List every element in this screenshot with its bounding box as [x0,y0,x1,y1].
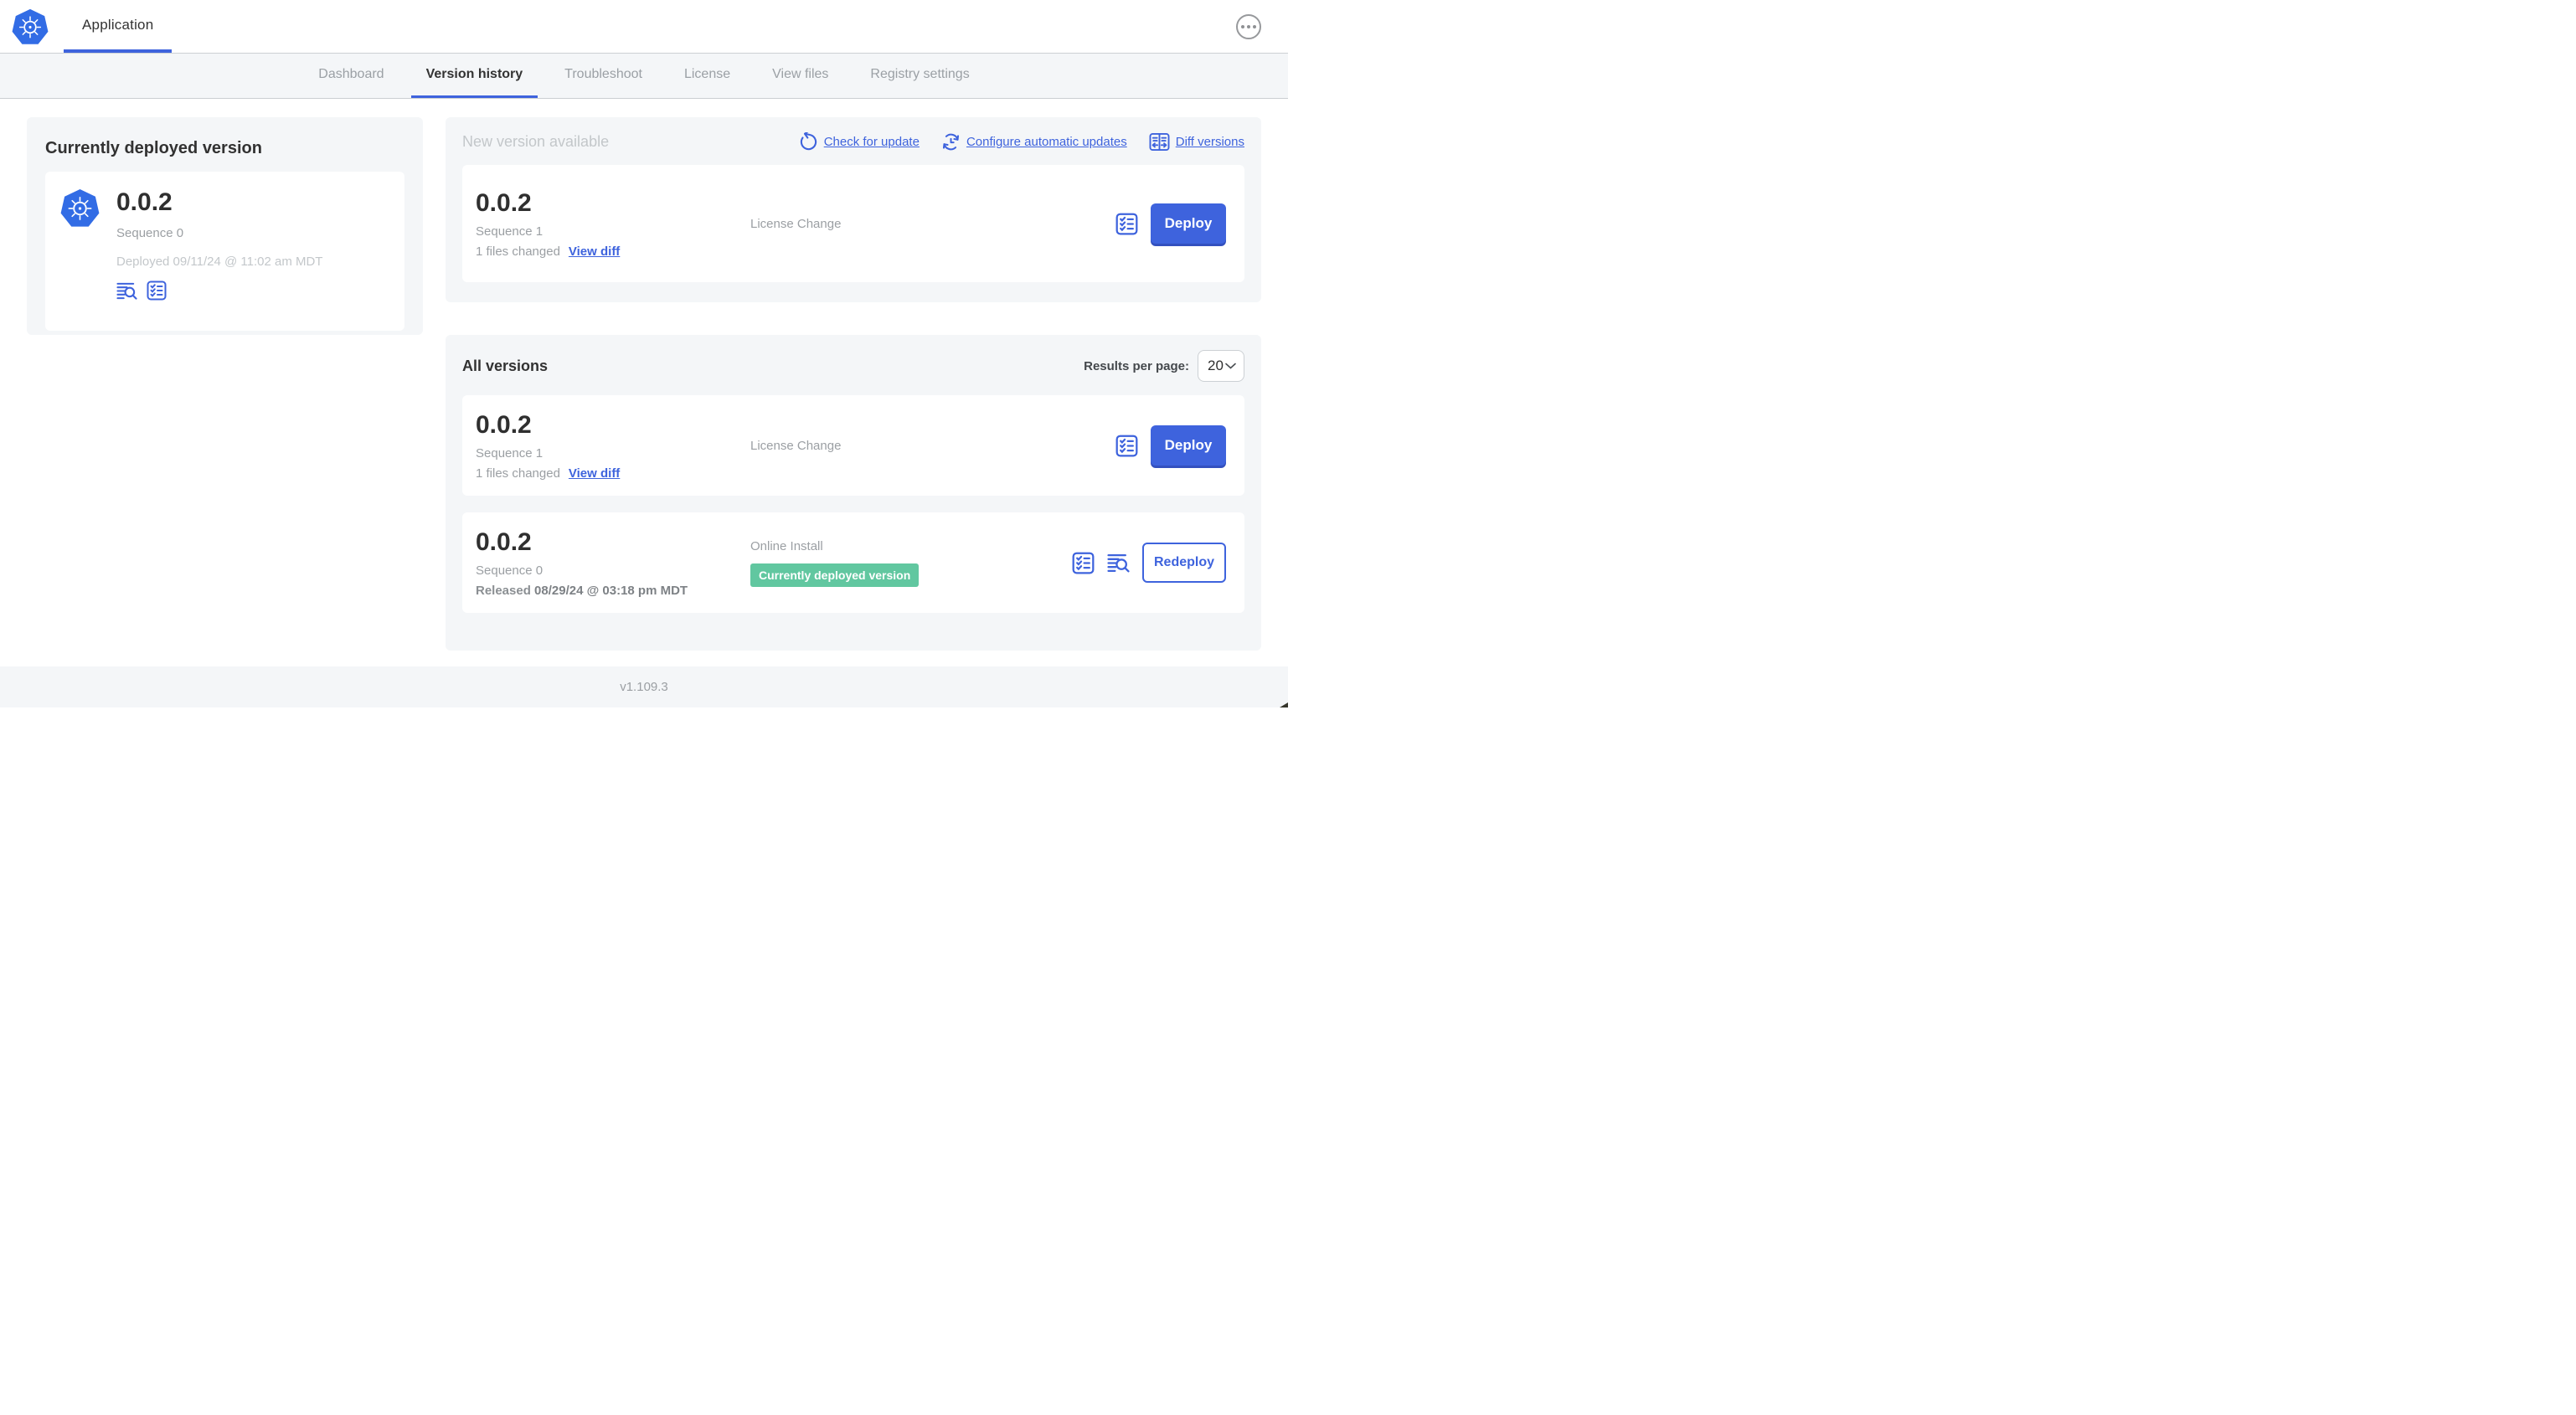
version-history-content: Currently deployed version 0.0.2 Sequenc… [0,99,1288,651]
view-diff-link[interactable]: View diff [569,244,620,259]
preflight-checks-button[interactable] [1115,435,1138,457]
version-number: 0.0.2 [476,527,532,556]
admin-console-page: Application Dashboard Version history Tr… [0,0,1288,708]
console-version-label: v1.109.3 [620,680,668,694]
auto-update-schedule-icon [942,133,959,151]
check-for-update-link[interactable]: Check for update [799,132,920,152]
files-changed-label: 1 files changed [476,244,560,259]
version-source-label: License Change [750,216,842,231]
ellipsis-icon [1241,24,1244,28]
diff-versions-link[interactable]: Diff versions [1149,132,1244,152]
more-options-button[interactable] [1236,13,1261,39]
preflight-checks-icon [1115,213,1138,234]
preflight-checks-button[interactable] [1115,213,1138,235]
new-version-panel: New version available Check for update C… [446,117,1261,302]
app-logo [0,0,49,53]
deployed-version-number: 0.0.2 [116,188,173,216]
deployed-timestamp: Deployed 09/11/24 @ 11:02 am MDT [116,255,323,269]
preflight-checks-icon [1115,435,1138,456]
version-source-label: Online Install [750,538,823,553]
currently-deployed-panel: Currently deployed version 0.0.2 Sequenc… [27,117,423,335]
tab-version-history[interactable]: Version history [410,54,538,98]
preflight-checks-icon [1072,552,1095,574]
refresh-icon [800,132,817,151]
currently-deployed-title: Currently deployed version [45,139,262,157]
version-row-sequence-1: 0.0.2 Sequence 1 1 files changed View di… [462,395,1244,496]
app-nav-tab-label: Application [82,16,154,33]
kubernetes-logo-icon [60,188,100,314]
results-per-page-label: Results per page: [1084,358,1189,373]
chevron-down-icon [1225,363,1236,369]
version-source-label: License Change [750,438,842,453]
version-sequence: Sequence 1 [476,224,544,239]
new-version-row: 0.0.2 Sequence 1 1 files changed View di… [462,165,1244,282]
version-number: 0.0.2 [476,410,532,439]
preflight-checks-button[interactable] [147,280,167,301]
view-logs-button[interactable] [116,281,137,301]
version-row-sequence-0: 0.0.2 Sequence 0 Released 08/29/24 @ 03:… [462,512,1244,613]
diff-icon [1149,132,1170,152]
logs-icon [1107,553,1130,573]
currently-deployed-badge: Currently deployed version [750,563,920,587]
logs-icon [116,282,137,300]
results-per-page-select[interactable]: 20 [1198,350,1244,382]
tab-registry-settings[interactable]: Registry settings [855,54,984,98]
tab-troubleshoot[interactable]: Troubleshoot [549,54,657,98]
currently-deployed-card: 0.0.2 Sequence 0 Deployed 09/11/24 @ 11:… [45,172,404,331]
app-section-tabs: Dashboard Version history Troubleshoot L… [0,54,1288,99]
configure-automatic-updates-link[interactable]: Configure automatic updates [941,132,1127,152]
all-versions-panel: All versions Results per page: 20 0.0.2 … [446,335,1261,651]
view-diff-link[interactable]: View diff [569,466,620,481]
version-sequence: Sequence 0 [476,563,544,578]
deployed-sequence: Sequence 0 [116,226,184,240]
released-timestamp: 08/29/24 @ 03:18 pm MDT [534,583,688,598]
tab-dashboard[interactable]: Dashboard [303,54,399,98]
tab-license[interactable]: License [669,54,745,98]
files-changed-label: 1 files changed [476,466,560,481]
deploy-button[interactable]: Deploy [1151,203,1226,244]
deploy-button[interactable]: Deploy [1151,425,1226,466]
new-version-title: New version available [462,133,610,150]
redeploy-button[interactable]: Redeploy [1142,543,1226,583]
version-sequence: Sequence 1 [476,445,544,461]
tab-view-files[interactable]: View files [757,54,843,98]
preflight-checks-icon [147,280,167,301]
top-header-bar: Application [0,0,1288,54]
all-versions-title: All versions [462,357,549,374]
released-label: Released [476,583,531,598]
view-logs-button[interactable] [1107,553,1130,574]
app-nav-tab-application[interactable]: Application [64,0,173,53]
kubernetes-logo-icon [12,8,49,45]
version-number: 0.0.2 [476,188,532,217]
preflight-checks-button[interactable] [1072,552,1095,574]
footer: v1.109.3 [0,666,1288,708]
